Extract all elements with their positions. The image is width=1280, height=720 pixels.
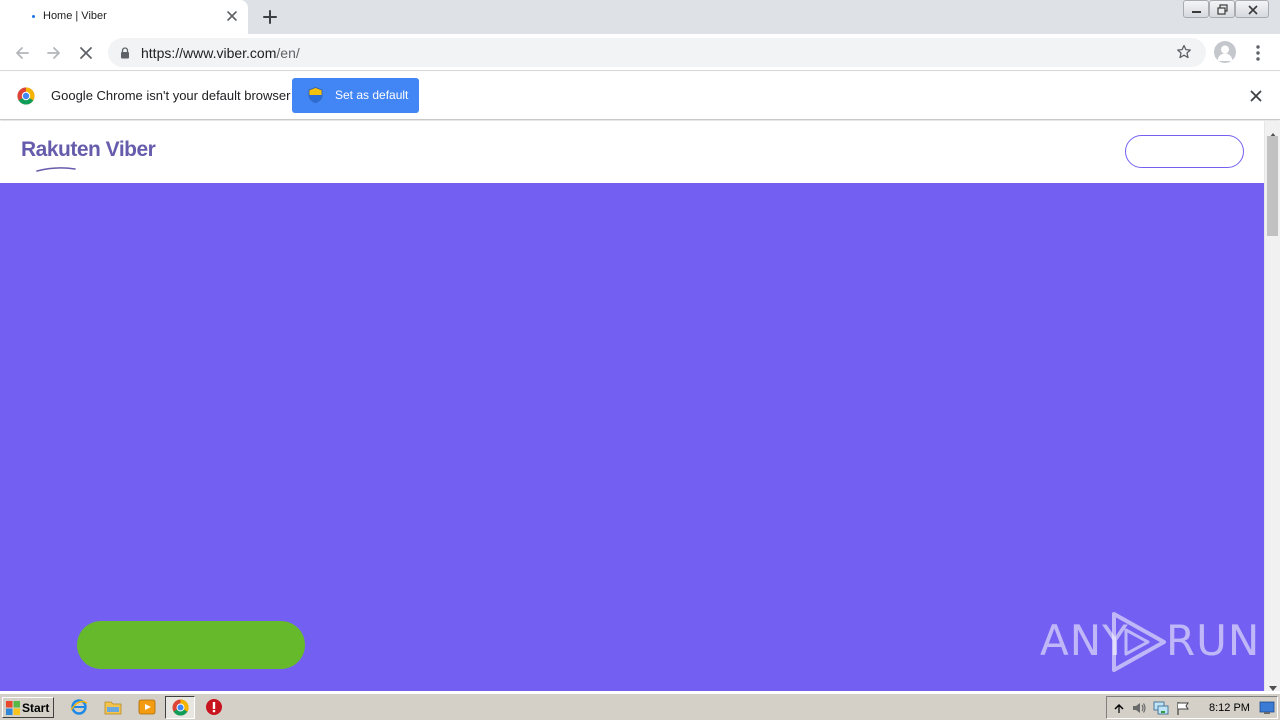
windows-flag-icon: [6, 701, 20, 718]
scroll-thumb[interactable]: [1267, 136, 1278, 236]
back-arrow-icon[interactable]: [11, 42, 33, 64]
set-as-default-label: Set as default: [335, 88, 409, 102]
profile-avatar-icon[interactable]: [1214, 41, 1236, 63]
chrome-logo-icon: [17, 87, 35, 110]
window-close-button[interactable]: [1235, 0, 1269, 18]
url-text: https://www.viber.com/en/: [141, 45, 300, 61]
forward-arrow-icon[interactable]: [43, 42, 65, 64]
browser-toolbar: https://www.viber.com/en/: [0, 34, 1280, 71]
tab-title: Home | Viber: [43, 10, 107, 22]
taskbar-chrome-button[interactable]: [165, 696, 195, 719]
chrome-taskbar-icon: [172, 699, 189, 720]
show-desktop-icon[interactable]: [1259, 701, 1275, 717]
anyrun-watermark: ANY RUN: [1040, 610, 1259, 674]
watermark-text-right: RUN: [1166, 616, 1261, 665]
start-button[interactable]: Start: [2, 697, 54, 718]
set-as-default-button[interactable]: Set as default: [292, 78, 419, 113]
uac-shield-icon: [308, 87, 323, 106]
media-player-icon[interactable]: [138, 698, 156, 716]
site-header: Rakuten Viber: [0, 121, 1264, 183]
tab-close-icon[interactable]: [224, 8, 240, 24]
start-label: Start: [22, 701, 50, 715]
play-triangle-icon: [1108, 610, 1170, 679]
file-explorer-icon[interactable]: [104, 698, 122, 716]
logo-swoosh-icon: [36, 159, 76, 177]
default-browser-infobar: Google Chrome isn't your default browser…: [0, 72, 1280, 120]
tab-strip: Home | Viber: [0, 0, 1280, 34]
bookmark-star-icon[interactable]: [1176, 44, 1192, 65]
show-hidden-icons-chevron-icon[interactable]: [1111, 700, 1127, 716]
page-scrollbar[interactable]: [1264, 121, 1280, 691]
lock-icon[interactable]: [120, 46, 130, 64]
action-center-flag-icon[interactable]: [1175, 700, 1191, 716]
url-path: /en/: [276, 45, 300, 61]
url-host: https://www.viber.com: [141, 45, 277, 61]
window-minimize-button[interactable]: [1183, 0, 1209, 18]
network-monitor-icon[interactable]: [1153, 700, 1169, 716]
address-bar[interactable]: https://www.viber.com/en/: [108, 38, 1206, 67]
windows-taskbar: Start 8:12 PM: [0, 693, 1280, 720]
taskbar-clock[interactable]: 8:12 PM: [1209, 702, 1250, 714]
new-tab-plus-icon[interactable]: [260, 7, 280, 27]
loading-spinner-icon: [32, 15, 35, 18]
internet-explorer-icon[interactable]: [70, 698, 88, 716]
header-download-button[interactable]: [1125, 135, 1244, 168]
tab-home-viber[interactable]: Home | Viber: [0, 0, 248, 34]
hero-cta-button[interactable]: [77, 621, 305, 669]
stop-sign-icon[interactable]: [205, 698, 223, 716]
system-tray: 8:12 PM: [1106, 696, 1278, 719]
stop-loading-icon[interactable]: [75, 42, 97, 64]
page-viewport: Rakuten Viber ANY RUN: [0, 121, 1264, 691]
infobar-message: Google Chrome isn't your default browser: [51, 88, 291, 103]
window-restore-button[interactable]: [1209, 0, 1235, 18]
infobar-close-icon[interactable]: [1248, 88, 1264, 104]
more-menu-icon[interactable]: [1250, 43, 1266, 63]
volume-speaker-icon[interactable]: [1131, 700, 1147, 716]
hero-section: ANY RUN: [0, 183, 1264, 691]
